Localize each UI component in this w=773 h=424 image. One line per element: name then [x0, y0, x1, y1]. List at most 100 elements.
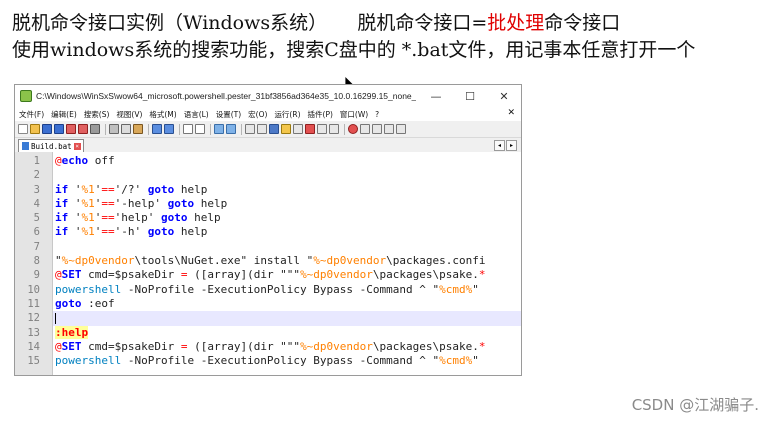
- menu-view[interactable]: 视图(V): [116, 109, 142, 120]
- close-file-icon[interactable]: [66, 124, 76, 134]
- keyword: goto: [55, 296, 82, 310]
- code-area[interactable]: @echo off if '%1'=='/?' goto help if '%1…: [53, 152, 521, 375]
- redo-icon[interactable]: [164, 124, 174, 134]
- code-text: off: [88, 154, 115, 167]
- line-number-gutter: 1 2 3 4 5 6 7 8 9 10 11 12 13 14 15: [15, 152, 53, 375]
- menu-macro[interactable]: 宏(O): [248, 109, 267, 120]
- find-icon[interactable]: [183, 124, 193, 134]
- print-icon[interactable]: [90, 124, 100, 134]
- code-text: ([array](dir """: [187, 268, 301, 282]
- code-line: if '%1'=='/?' goto help: [53, 183, 521, 197]
- word-wrap-icon[interactable]: [257, 124, 267, 134]
- operator: *: [478, 339, 486, 353]
- toolbar-divider: [179, 123, 180, 135]
- code-text: 'help': [114, 211, 155, 225]
- record-macro-icon[interactable]: [348, 124, 358, 134]
- line-number: 3: [33, 183, 40, 196]
- menu-window[interactable]: 窗口(W): [340, 109, 368, 120]
- line-number: 10: [27, 283, 40, 296]
- code-line: "%~dp0vendor\tools\NuGet.exe" install "%…: [53, 254, 521, 268]
- line-number: 8: [33, 255, 40, 268]
- code-text: \packages\psake.: [372, 268, 479, 282]
- replace-icon[interactable]: [195, 124, 205, 134]
- close-all-icon[interactable]: [78, 124, 88, 134]
- variable: %~dp0vendor: [313, 254, 387, 268]
- menu-format[interactable]: 格式(M): [149, 109, 176, 120]
- code-line: @SET cmd=$psakeDir = ([array](dir """%~d…: [53, 340, 521, 354]
- close-button[interactable]: ✕: [487, 85, 521, 107]
- undo-icon[interactable]: [152, 124, 162, 134]
- copy-icon[interactable]: [121, 124, 131, 134]
- code-line: if '%1'=='-h' goto help: [53, 225, 521, 239]
- window-title: C:\Windows\WinSxS\wow64_microsoft.powers…: [36, 91, 416, 101]
- paste-icon[interactable]: [133, 124, 143, 134]
- tab-scroll-right-icon[interactable]: ▸: [506, 140, 517, 151]
- keyword: goto: [141, 182, 175, 196]
- at-sign: @: [55, 268, 62, 282]
- toolbar-divider: [344, 123, 345, 135]
- toolbar: [15, 121, 521, 138]
- slide-title-line: 脱机命令接口实例（Windows系统） 脱机命令接口=批处理命令接口: [12, 8, 620, 35]
- title-prefix: 脱机命令接口实例（Windows系统） 脱机命令接口=: [12, 12, 488, 34]
- zoom-in-icon[interactable]: [214, 124, 224, 134]
- code-text: \tools\NuGet.exe" install ": [134, 254, 314, 268]
- indent-guide-icon[interactable]: [281, 124, 291, 134]
- operator: ==: [101, 225, 115, 239]
- play-macro-icon[interactable]: [372, 124, 382, 134]
- function-list-icon[interactable]: [317, 124, 327, 134]
- at-sign: @: [55, 154, 62, 167]
- code-text: help: [174, 182, 208, 196]
- line-number: 14: [27, 340, 40, 353]
- menu-bar: 文件(F) 编辑(E) 搜索(S) 视图(V) 格式(M) 语言(L) 设置(T…: [15, 107, 521, 121]
- at-sign: @: [55, 339, 62, 353]
- menu-plugins[interactable]: 插件(P): [308, 109, 333, 120]
- line-number: 13: [27, 326, 40, 339]
- run-macro-multiple-icon[interactable]: [384, 124, 394, 134]
- tab-close-icon[interactable]: ×: [73, 142, 81, 150]
- code-text: '-h': [114, 225, 142, 239]
- minimize-button[interactable]: —: [419, 85, 453, 107]
- open-file-icon[interactable]: [30, 124, 40, 134]
- line-number: 1: [33, 155, 40, 167]
- folder-workspace-icon[interactable]: [329, 124, 339, 134]
- code-text: help: [194, 196, 228, 210]
- variable: %1: [81, 182, 95, 196]
- window-titlebar[interactable]: C:\Windows\WinSxS\wow64_microsoft.powers…: [15, 85, 521, 107]
- show-all-chars-icon[interactable]: [269, 124, 279, 134]
- code-line: @SET cmd=$psakeDir = ([array](dir """%~d…: [53, 268, 521, 282]
- command: powershell: [55, 282, 122, 296]
- toolbar-divider: [105, 123, 106, 135]
- operator: ==: [101, 182, 115, 196]
- menu-language[interactable]: 语言(L): [184, 109, 209, 120]
- new-file-icon[interactable]: [18, 124, 28, 134]
- text-caret: [55, 312, 56, 324]
- tab-scroll-left-icon[interactable]: ◂: [494, 140, 505, 151]
- save-icon[interactable]: [42, 124, 52, 134]
- variable: %cmd%: [439, 354, 473, 368]
- menu-file[interactable]: 文件(F): [19, 109, 44, 120]
- menu-edit[interactable]: 编辑(E): [51, 109, 77, 120]
- save-macro-icon[interactable]: [396, 124, 406, 134]
- maximize-button[interactable]: ☐: [453, 85, 487, 107]
- line-number: 6: [33, 226, 40, 239]
- menu-search[interactable]: 搜索(S): [84, 109, 110, 120]
- code-editor[interactable]: 1 2 3 4 5 6 7 8 9 10 11 12 13 14 15 @ech…: [15, 152, 521, 375]
- variable: %1: [81, 225, 95, 239]
- line-number: 5: [33, 212, 40, 225]
- operator: ==: [101, 211, 115, 225]
- menu-help[interactable]: ?: [375, 110, 379, 119]
- menu-run[interactable]: 运行(R): [274, 109, 300, 120]
- save-all-icon[interactable]: [54, 124, 64, 134]
- sync-scroll-icon[interactable]: [245, 124, 255, 134]
- keyword: goto: [154, 211, 188, 225]
- cut-icon[interactable]: [109, 124, 119, 134]
- menu-settings[interactable]: 设置(T): [216, 109, 241, 120]
- line-number: 7: [33, 240, 40, 253]
- stop-macro-icon[interactable]: [360, 124, 370, 134]
- close-document-icon[interactable]: ✕: [507, 108, 515, 118]
- tab-build-bat[interactable]: Build.bat ×: [18, 139, 84, 152]
- doc-map-icon[interactable]: [305, 124, 315, 134]
- zoom-out-icon[interactable]: [226, 124, 236, 134]
- keyword: if: [55, 182, 69, 196]
- language-icon[interactable]: [293, 124, 303, 134]
